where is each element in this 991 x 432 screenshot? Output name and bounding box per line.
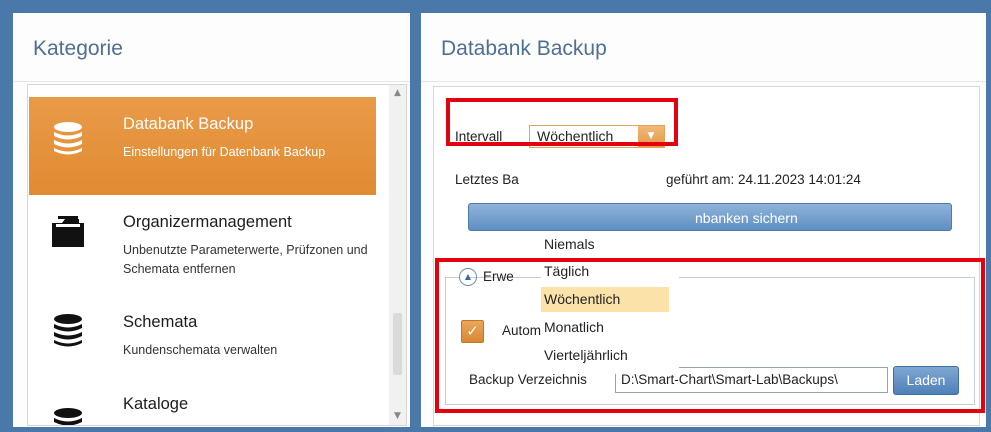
divider xyxy=(421,81,986,82)
scroll-up-icon[interactable]: ▲ xyxy=(389,85,406,102)
category-description: Einstellungen für Datenbank Backup xyxy=(123,145,326,159)
database-icon xyxy=(54,122,82,155)
scroll-down-icon[interactable]: ▼ xyxy=(389,408,406,425)
database-icon xyxy=(54,408,82,425)
dropdown-option-niemals[interactable]: Niemals xyxy=(541,232,669,257)
category-title: Kataloge xyxy=(123,395,189,413)
folder-icon xyxy=(52,216,84,247)
category-description: Unbenutzte Parameterwerte, Prüfzonen und… xyxy=(123,243,368,276)
last-backup-label-start: Letztes Ba xyxy=(455,172,519,187)
divider xyxy=(13,81,410,82)
category-panel-title: Kategorie xyxy=(33,37,123,60)
category-item-databank-backup[interactable]: Databank Backup Einstellungen für Datenb… xyxy=(29,97,376,195)
category-item-schemata[interactable]: Schemata Kundenschemata verwalten xyxy=(29,291,376,379)
category-item-kataloge[interactable]: Kataloge xyxy=(29,381,376,425)
database-icon xyxy=(54,314,82,347)
last-backup-label-end: geführt am: 24.11.2023 14:01:24 xyxy=(666,172,861,187)
category-panel: Kategorie Databank Backup Einstellungen … xyxy=(13,13,410,427)
backup-databases-button[interactable]: nbanken sichern xyxy=(468,203,952,231)
highlight-box-interval xyxy=(446,98,678,146)
highlight-box-auto-backup xyxy=(435,258,985,413)
category-title: Schemata xyxy=(123,313,198,331)
category-title: Organizermanagement xyxy=(123,213,292,231)
settings-panel-title: Databank Backup xyxy=(441,37,607,60)
category-description: Kundenschemata verwalten xyxy=(123,343,278,357)
category-title: Databank Backup xyxy=(123,115,254,133)
category-list: Databank Backup Einstellungen für Datenb… xyxy=(27,84,407,426)
vertical-scrollbar[interactable]: ▲ ▼ xyxy=(389,85,406,425)
scrollbar-thumb[interactable] xyxy=(393,313,402,375)
category-item-organizermanagement[interactable]: Organizermanagement Unbenutzte Parameter… xyxy=(29,197,376,289)
backup-button-label: nbanken sichern xyxy=(695,210,798,226)
